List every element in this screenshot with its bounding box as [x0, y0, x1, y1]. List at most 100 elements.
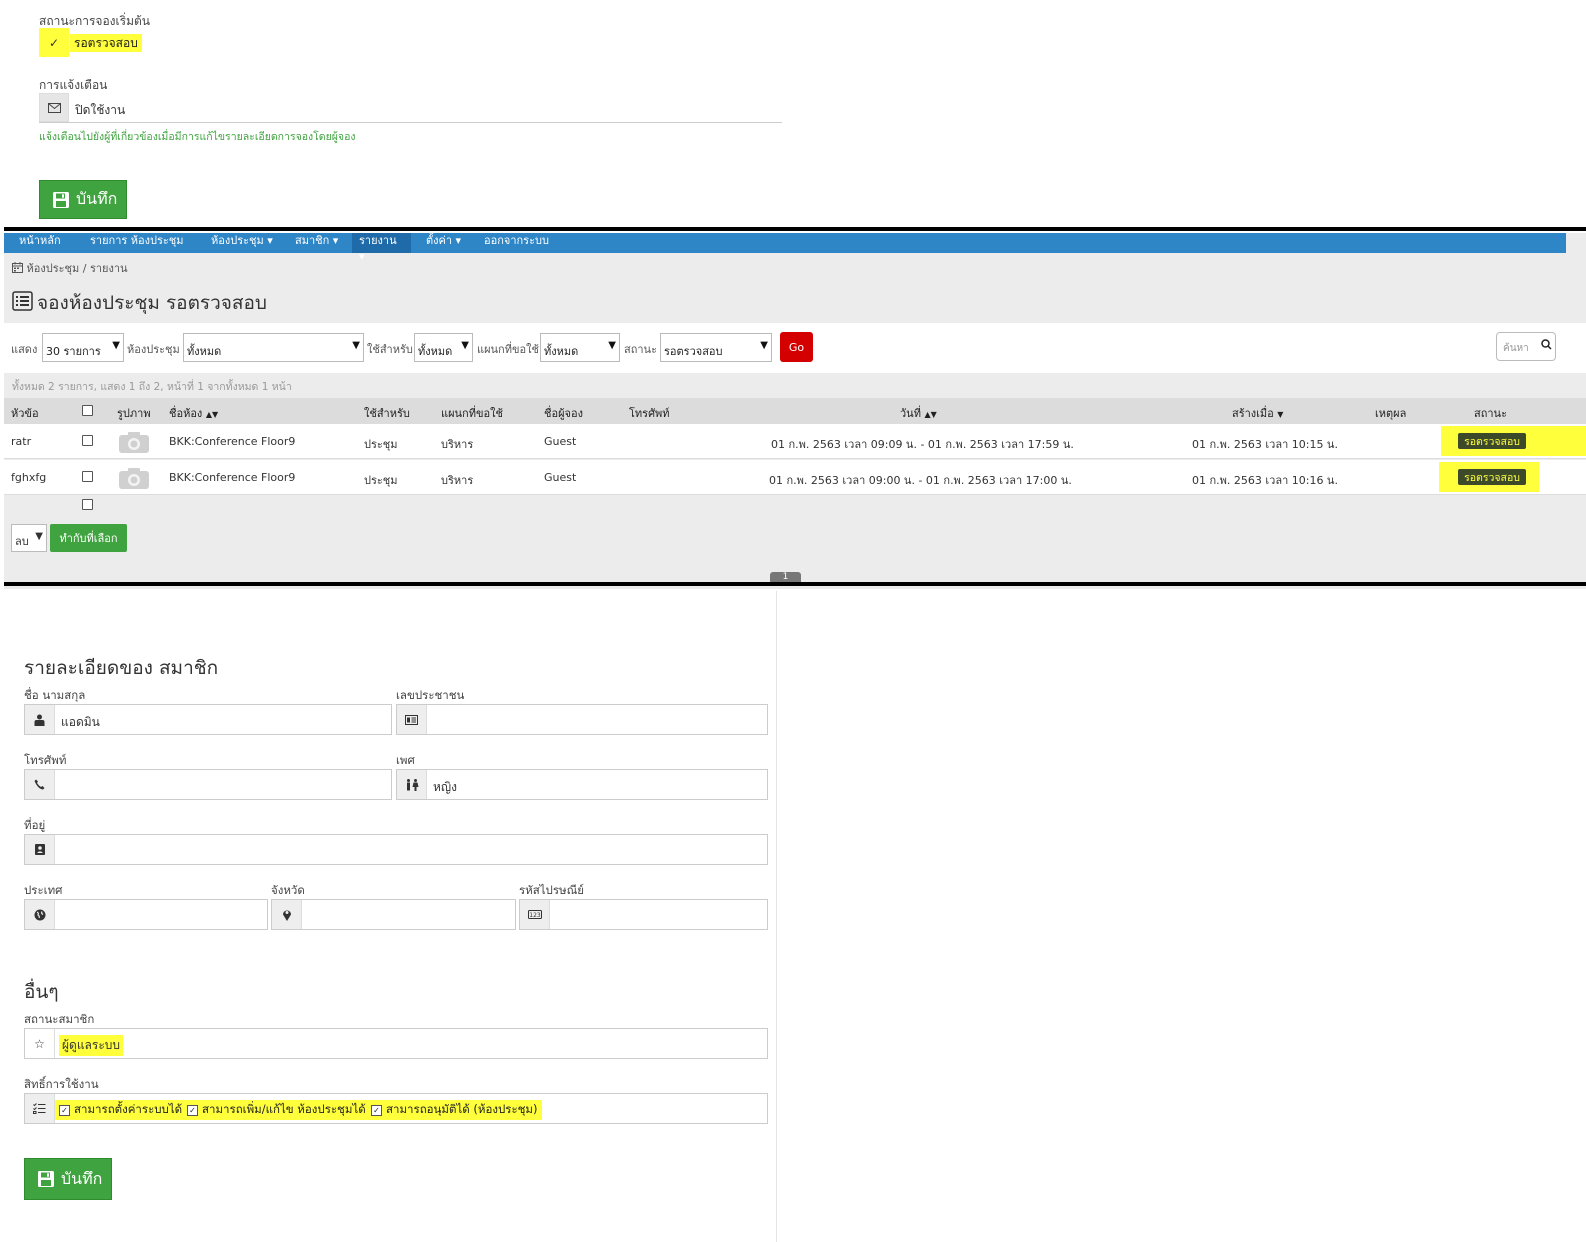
go-button[interactable]: Go — [780, 332, 813, 362]
show-label: แสดง — [11, 343, 38, 356]
notify-value: ปิดใช้งาน — [75, 103, 126, 117]
nav-logout[interactable]: ออกจากระบบ — [477, 233, 556, 253]
cell-created: 01 ก.พ. 2563 เวลา 10:15 น. — [1192, 438, 1338, 451]
initial-status-value[interactable]: รอตรวจสอบ — [70, 34, 142, 52]
floppy-disk-icon — [37, 1170, 55, 1188]
th-created[interactable]: สร้างเมื่อ ▼ — [1232, 404, 1283, 422]
th-room[interactable]: ชื่อห้อง ▲▼ — [169, 404, 218, 422]
th-image: รูปภาพ — [117, 407, 151, 420]
calendar-icon — [12, 262, 27, 275]
map-marker-icon — [272, 900, 302, 929]
address-input[interactable] — [24, 834, 768, 865]
nav-members[interactable]: สมาชิก ▾ — [288, 233, 345, 253]
room-label: ห้องประชุม — [127, 343, 180, 356]
idcard-input[interactable] — [396, 704, 768, 735]
perm-item-label: สามารถเพิ่ม/แก้ไข ห้องประชุมได้ — [202, 1102, 366, 1116]
province-label: จังหวัด — [271, 883, 305, 897]
status-badge[interactable]: รอตรวจสอบ — [1458, 469, 1526, 485]
caret-down-icon: ▼ — [760, 340, 768, 351]
footer-select-all-checkbox[interactable] — [82, 499, 93, 510]
th-date[interactable]: วันที่ ▲▼ — [900, 404, 937, 422]
cell-date: 01 ก.พ. 2563 เวลา 09:00 น. - 01 ก.พ. 256… — [769, 474, 1072, 487]
address-label: ที่อยู่ — [24, 818, 46, 832]
name-value: แอดมิน — [61, 715, 100, 729]
id-card-icon — [397, 705, 427, 734]
show-select-value: 30 รายการ — [46, 345, 101, 358]
dept-select[interactable]: ทั้งหมด ▼ — [540, 333, 620, 362]
use-select[interactable]: ทั้งหมด ▼ — [414, 333, 473, 362]
country-label: ประเทศ — [24, 883, 63, 897]
table-row[interactable]: fghxfg BKK:Conference Floor9 ประชุม บริห… — [4, 460, 1586, 495]
apply-selected-button[interactable]: ทำกับที่เลือก — [50, 524, 127, 552]
nav-reports[interactable]: รายงาน ▾ — [352, 233, 411, 263]
row-checkbox[interactable] — [82, 471, 93, 482]
notify-help-text: แจ้งเตือนไปยังผู้ที่เกี่ยวข้องเมื่อมีการ… — [39, 131, 356, 143]
province-select[interactable] — [271, 899, 516, 930]
show-select[interactable]: 30 รายการ ▼ — [42, 333, 124, 362]
cell-topic: ratr — [11, 435, 32, 448]
perm-item[interactable]: ✓ สามารถเพิ่ม/แก้ไข ห้องประชุมได้ — [183, 1100, 370, 1120]
table-row[interactable]: ratr BKK:Conference Floor9 ประชุม บริหาร… — [4, 424, 1586, 459]
cell-use: ประชุม — [364, 474, 398, 487]
nav-settings[interactable]: ตั้งค่า ▾ — [419, 233, 468, 253]
th-date-label: วันที่ — [900, 407, 921, 420]
save-button-label: บันทึก — [61, 1168, 103, 1188]
cell-dept: บริหาร — [441, 474, 474, 487]
perm-item-label: สามารถอนุมัติได้ (ห้องประชุม) — [386, 1102, 538, 1116]
sort-icon[interactable]: ▲▼ — [924, 410, 936, 419]
select-all-checkbox[interactable] — [82, 405, 93, 416]
cell-booker: Guest — [544, 435, 577, 448]
result-summary: ทั้งหมด 2 รายการ, แสดง 1 ถึง 2, หน้าที่ … — [12, 381, 292, 393]
name-input[interactable]: แอดมิน — [24, 704, 392, 735]
list-icon — [12, 290, 33, 316]
floppy-disk-icon — [52, 191, 70, 209]
cell-room: BKK:Conference Floor9 — [169, 471, 296, 484]
permissions-label: สิทธิ์การใช้งาน — [24, 1077, 99, 1091]
checkbox-checked-icon[interactable]: ✓ — [187, 1104, 198, 1116]
th-room-label: ชื่อห้อง — [169, 407, 203, 420]
dept-select-value: ทั้งหมด — [544, 345, 579, 358]
status-badge[interactable]: รอตรวจสอบ — [1458, 433, 1526, 449]
permissions-group: ✓ สามารถตั้งค่าระบบได้ ✓ สามารถเพิ่ม/แก้ไข… — [24, 1093, 768, 1124]
page-title-text: จองห้องประชุม รอตรวจสอบ — [37, 292, 267, 314]
search-input[interactable]: ค้นหา — [1496, 332, 1556, 361]
cell-booker: Guest — [544, 471, 577, 484]
status-select[interactable]: รอตรวจสอบ ▼ — [660, 333, 772, 362]
nav-home[interactable]: หน้าหลัก — [12, 233, 68, 253]
phone-input[interactable] — [24, 769, 392, 800]
row-checkbox[interactable] — [82, 435, 93, 446]
member-details-title: รายละเอียดของ สมาชิก — [24, 657, 219, 679]
room-select[interactable]: ทั้งหมด ▼ — [183, 333, 364, 362]
country-select[interactable] — [24, 899, 268, 930]
caret-down-icon: ▼ — [461, 340, 469, 351]
perm-item[interactable]: ✓ สามารถตั้งค่าระบบได้ — [55, 1100, 187, 1120]
bulk-action-select[interactable]: ลบ ▼ — [11, 524, 47, 552]
checkbox-checked-icon[interactable]: ✓ — [59, 1104, 70, 1116]
perm-item[interactable]: ✓ สามารถอนุมัติได้ (ห้องประชุม) — [367, 1100, 542, 1120]
checkbox-checked-icon[interactable]: ✓ — [371, 1104, 382, 1116]
th-reason: เหตุผล — [1375, 407, 1407, 420]
phone-icon — [25, 770, 55, 799]
th-dept: แผนกที่ขอใช้ — [441, 407, 503, 420]
sort-icon[interactable]: ▲▼ — [206, 410, 218, 419]
sex-select[interactable]: หญิง — [396, 769, 768, 800]
other-title: อื่นๆ — [24, 981, 59, 1003]
save-button[interactable]: บันทึก — [39, 180, 127, 219]
notify-select[interactable]: ปิดใช้งาน — [39, 92, 782, 123]
save-button[interactable]: บันทึก — [24, 1158, 112, 1200]
th-status: สถานะ — [1474, 407, 1507, 420]
check-icon: ✓ — [39, 28, 69, 57]
member-status-value: ผู้ดูแลระบบ — [59, 1035, 124, 1056]
top-navbar: หน้าหลัก รายการ ห้องประชุม ห้องประชุม ▾ … — [4, 233, 1566, 263]
envelope-icon — [39, 93, 69, 122]
member-status-select[interactable]: ☆ ผู้ดูแลระบบ — [24, 1028, 768, 1059]
booking-report-panel: หน้าหลัก รายการ ห้องประชุม ห้องประชุม ▾ … — [4, 233, 1586, 589]
settings-panel: สถานะการจองเริ่มต้น ✓ รอตรวจสอบ การแจ้งเ… — [0, 0, 1586, 229]
zipcode-input[interactable]: 123 — [519, 899, 768, 930]
breadcrumb-text[interactable]: ห้องประชุม / รายงาน — [27, 262, 128, 275]
search-icon[interactable] — [1541, 339, 1552, 353]
nav-room-list[interactable]: รายการ ห้องประชุม — [83, 233, 191, 253]
nav-rooms[interactable]: ห้องประชุม ▾ — [204, 233, 280, 253]
sort-desc-icon[interactable]: ▼ — [1277, 410, 1283, 419]
th-created-label: สร้างเมื่อ — [1232, 407, 1274, 420]
